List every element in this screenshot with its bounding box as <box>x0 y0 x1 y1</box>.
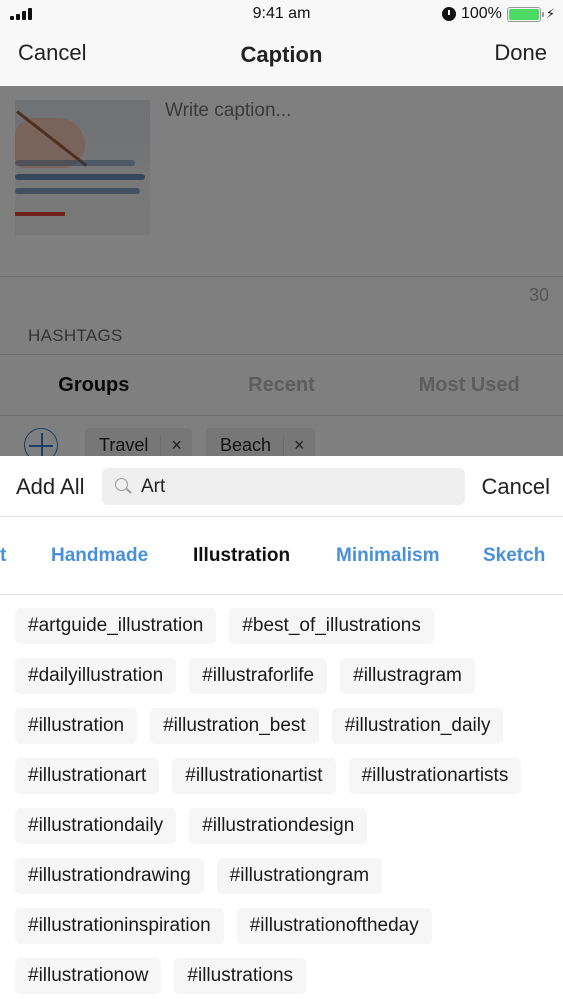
divider <box>0 594 563 595</box>
hashtags-section-label: HASHTAGS <box>28 326 123 345</box>
hashtag-chip[interactable]: #illustrations <box>174 958 307 994</box>
hashtag-chip[interactable]: #dailyillustration <box>15 658 177 694</box>
search-box[interactable] <box>102 468 465 505</box>
hashtag-chip[interactable]: #illustration_best <box>150 708 319 744</box>
done-button[interactable]: Done <box>494 40 547 66</box>
battery-icon <box>506 6 544 22</box>
remove-group-icon[interactable]: × <box>283 434 315 456</box>
hashtag-chip[interactable]: #artguide_illustration <box>15 608 217 644</box>
remove-group-icon[interactable]: × <box>160 434 192 456</box>
search-cancel-button[interactable]: Cancel <box>482 474 550 500</box>
post-thumbnail <box>15 100 150 235</box>
search-input[interactable] <box>141 475 441 498</box>
hashtag-search-sheet: Add All Cancel t Handmade Illustration M… <box>0 456 563 1000</box>
status-right: 100% ⚡ <box>441 5 555 23</box>
hashtag-chip[interactable]: #illustrationartist <box>172 758 336 794</box>
tab-recent[interactable]: Recent <box>188 355 376 415</box>
hashtag-chip[interactable]: #illustrationinspiration <box>15 908 224 944</box>
hashtag-chip[interactable]: #illustraforlife <box>189 658 328 694</box>
battery-fill <box>508 8 539 20</box>
hashtag-chip[interactable]: #illustrationdrawing <box>15 858 204 894</box>
divider <box>0 415 563 416</box>
category-scroller[interactable]: t Handmade Illustration Minimalism Sketc… <box>0 517 563 595</box>
hashtag-list: #artguide_illustration #best_of_illustrat… <box>15 608 555 994</box>
add-all-button[interactable]: Add All <box>16 474 85 500</box>
category-illustration[interactable]: Illustration <box>193 545 290 567</box>
divider <box>0 276 563 277</box>
hashtag-chip[interactable]: #illustration <box>15 708 138 744</box>
tab-most-used[interactable]: Most Used <box>375 355 563 415</box>
category-handmade[interactable]: Handmade <box>51 545 148 567</box>
tab-groups[interactable]: Groups <box>0 355 188 415</box>
hashtag-chip[interactable]: #illustration_daily <box>331 708 504 744</box>
charging-bolt-icon: ⚡ <box>545 6 555 21</box>
hashtag-chip[interactable]: #illustrationartists <box>348 758 522 794</box>
hashtag-tabs: Groups Recent Most Used <box>0 355 563 415</box>
page-title: Caption <box>240 42 323 67</box>
search-icon <box>115 477 133 496</box>
caption-input[interactable] <box>165 100 545 122</box>
hashtag-chip[interactable]: #illustrationart <box>15 758 160 794</box>
alarm-icon <box>441 7 456 21</box>
hashtag-chip[interactable]: #best_of_illustrations <box>229 608 434 644</box>
hashtag-chip[interactable]: #illustrationdaily <box>15 808 177 844</box>
category-minimalism[interactable]: Minimalism <box>336 545 439 567</box>
group-chip-label: Beach <box>220 434 272 455</box>
hashtag-chip[interactable]: #illustrationdesign <box>189 808 368 844</box>
hashtag-chip[interactable]: #illustrationoftheday <box>236 908 432 944</box>
category-sketch[interactable]: Sketch <box>483 545 545 567</box>
character-count: 30 <box>528 285 549 305</box>
hashtag-chip[interactable]: #illustrationgram <box>216 858 383 894</box>
hashtag-chip[interactable]: #illustragram <box>340 658 475 694</box>
category-art[interactable]: t <box>0 545 6 567</box>
battery-percent: 100% <box>460 5 502 22</box>
status-bar: 9:41 am 100% ⚡ <box>0 0 563 30</box>
nav-bar: Cancel Caption Done <box>0 30 563 86</box>
group-chip-label: Travel <box>99 434 149 455</box>
hashtag-chip[interactable]: #illustrationow <box>15 958 162 994</box>
caption-screen: 30 HASHTAGS Groups Recent Most Used Trav… <box>0 86 563 462</box>
